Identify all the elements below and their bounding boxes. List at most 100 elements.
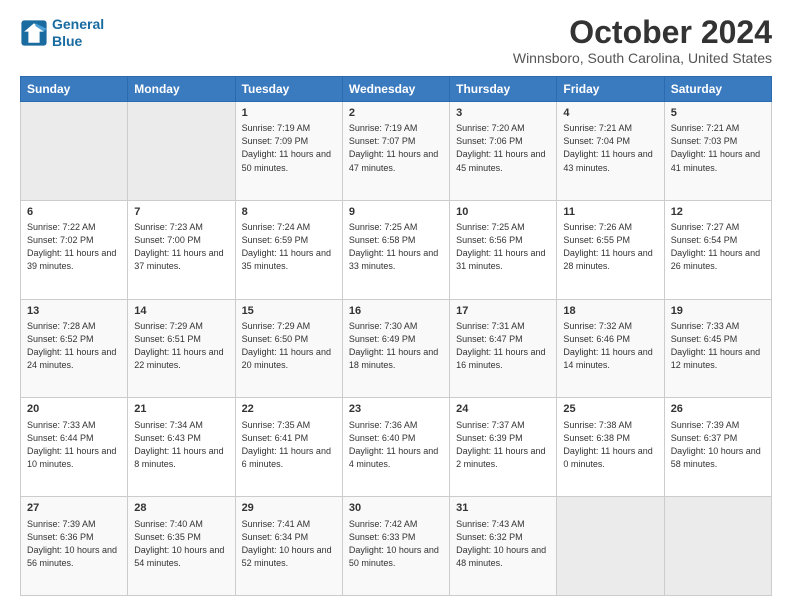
day-info: Sunrise: 7:30 AMSunset: 6:49 PMDaylight:… xyxy=(349,320,443,372)
calendar-cell xyxy=(21,102,128,201)
day-info: Sunrise: 7:42 AMSunset: 6:33 PMDaylight:… xyxy=(349,518,443,570)
day-number: 13 xyxy=(27,304,121,319)
day-number: 27 xyxy=(27,501,121,516)
calendar-cell: 30 Sunrise: 7:42 AMSunset: 6:33 PMDayligh… xyxy=(342,497,449,596)
title-block: October 2024 Winnsboro, South Carolina, … xyxy=(513,16,772,66)
calendar-cell: 4Sunrise: 7:21 AMSunset: 7:04 PMDaylight… xyxy=(557,102,664,201)
day-info: Sunrise: 7:31 AMSunset: 6:47 PMDaylight:… xyxy=(456,320,550,372)
col-monday: Monday xyxy=(128,77,235,102)
day-number: 2 xyxy=(349,106,443,121)
day-number: 5 xyxy=(671,106,765,121)
day-number: 14 xyxy=(134,304,228,319)
day-info: Sunrise: 7:36 AMSunset: 6:40 PMDaylight:… xyxy=(349,419,443,471)
calendar-cell: 22Sunrise: 7:35 AMSunset: 6:41 PMDayligh… xyxy=(235,398,342,497)
calendar-cell: 7Sunrise: 7:23 AMSunset: 7:00 PMDaylight… xyxy=(128,200,235,299)
day-info: Sunrise: 7:26 AMSunset: 6:55 PMDaylight:… xyxy=(563,221,657,273)
day-info: Sunrise: 7:33 AMSunset: 6:44 PMDaylight:… xyxy=(27,419,121,471)
calendar-cell: 17Sunrise: 7:31 AMSunset: 6:47 PMDayligh… xyxy=(450,299,557,398)
calendar-cell: 5Sunrise: 7:21 AMSunset: 7:03 PMDaylight… xyxy=(664,102,771,201)
calendar-week-4: 20Sunrise: 7:33 AMSunset: 6:44 PMDayligh… xyxy=(21,398,772,497)
calendar-cell: 18Sunrise: 7:32 AMSunset: 6:46 PMDayligh… xyxy=(557,299,664,398)
header: General Blue October 2024 Winnsboro, Sou… xyxy=(20,16,772,66)
calendar-cell: 15Sunrise: 7:29 AMSunset: 6:50 PMDayligh… xyxy=(235,299,342,398)
day-number: 30 xyxy=(349,501,443,516)
day-number: 10 xyxy=(456,205,550,220)
day-info: Sunrise: 7:19 AMSunset: 7:07 PMDaylight:… xyxy=(349,122,443,174)
calendar-cell: 1Sunrise: 7:19 AMSunset: 7:09 PMDaylight… xyxy=(235,102,342,201)
day-number: 21 xyxy=(134,402,228,417)
calendar-week-1: 1Sunrise: 7:19 AMSunset: 7:09 PMDaylight… xyxy=(21,102,772,201)
calendar-header: Sunday Monday Tuesday Wednesday Thursday… xyxy=(21,77,772,102)
calendar-week-5: 27Sunrise: 7:39 AMSunset: 6:36 PMDayligh… xyxy=(21,497,772,596)
day-number: 22 xyxy=(242,402,336,417)
page: General Blue October 2024 Winnsboro, Sou… xyxy=(0,0,792,612)
col-saturday: Saturday xyxy=(664,77,771,102)
day-info: Sunrise: 7:29 AMSunset: 6:50 PMDaylight:… xyxy=(242,320,336,372)
day-number: 1 xyxy=(242,106,336,121)
day-number: 8 xyxy=(242,205,336,220)
calendar-cell: 19Sunrise: 7:33 AMSunset: 6:45 PMDayligh… xyxy=(664,299,771,398)
day-info: Sunrise: 7:33 AMSunset: 6:45 PMDaylight:… xyxy=(671,320,765,372)
day-info: Sunrise: 7:19 AMSunset: 7:09 PMDaylight:… xyxy=(242,122,336,174)
day-info: Sunrise: 7:34 AMSunset: 6:43 PMDaylight:… xyxy=(134,419,228,471)
day-number: 24 xyxy=(456,402,550,417)
day-info: Sunrise: 7:21 AMSunset: 7:04 PMDaylight:… xyxy=(563,122,657,174)
calendar-body: 1Sunrise: 7:19 AMSunset: 7:09 PMDaylight… xyxy=(21,102,772,596)
calendar-cell: 31 Sunrise: 7:43 AMSunset: 6:32 PMDayligh… xyxy=(450,497,557,596)
day-number: 11 xyxy=(563,205,657,220)
calendar-cell: 25 Sunrise: 7:38 AMSunset: 6:38 PMDayligh… xyxy=(557,398,664,497)
day-number: 15 xyxy=(242,304,336,319)
logo-icon xyxy=(20,19,48,47)
calendar-cell: 14Sunrise: 7:29 AMSunset: 6:51 PMDayligh… xyxy=(128,299,235,398)
day-number: 4 xyxy=(563,106,657,121)
day-number: 12 xyxy=(671,205,765,220)
calendar-cell: 10Sunrise: 7:25 AMSunset: 6:56 PMDayligh… xyxy=(450,200,557,299)
calendar-cell: 21 Sunrise: 7:34 AMSunset: 6:43 PMDayligh… xyxy=(128,398,235,497)
day-info: Sunrise: 7:40 AMSunset: 6:35 PMDaylight:… xyxy=(134,518,228,570)
day-info: Sunrise: 7:22 AMSunset: 7:02 PMDaylight:… xyxy=(27,221,121,273)
calendar-table: Sunday Monday Tuesday Wednesday Thursday… xyxy=(20,76,772,596)
logo-line2: Blue xyxy=(52,33,82,49)
day-info: Sunrise: 7:37 AMSunset: 6:39 PMDaylight:… xyxy=(456,419,550,471)
day-number: 7 xyxy=(134,205,228,220)
calendar-cell: 20Sunrise: 7:33 AMSunset: 6:44 PMDayligh… xyxy=(21,398,128,497)
calendar-cell: 24 Sunrise: 7:37 AMSunset: 6:39 PMDayligh… xyxy=(450,398,557,497)
day-number: 29 xyxy=(242,501,336,516)
day-info: Sunrise: 7:39 AMSunset: 6:37 PMDaylight:… xyxy=(671,419,765,471)
day-info: Sunrise: 7:38 AMSunset: 6:38 PMDaylight:… xyxy=(563,419,657,471)
day-info: Sunrise: 7:21 AMSunset: 7:03 PMDaylight:… xyxy=(671,122,765,174)
day-info: Sunrise: 7:28 AMSunset: 6:52 PMDaylight:… xyxy=(27,320,121,372)
col-friday: Friday xyxy=(557,77,664,102)
day-info: Sunrise: 7:20 AMSunset: 7:06 PMDaylight:… xyxy=(456,122,550,174)
day-number: 16 xyxy=(349,304,443,319)
day-info: Sunrise: 7:29 AMSunset: 6:51 PMDaylight:… xyxy=(134,320,228,372)
calendar-cell: 12Sunrise: 7:27 AMSunset: 6:54 PMDayligh… xyxy=(664,200,771,299)
calendar-cell: 6Sunrise: 7:22 AMSunset: 7:02 PMDaylight… xyxy=(21,200,128,299)
calendar-cell: 2Sunrise: 7:19 AMSunset: 7:07 PMDaylight… xyxy=(342,102,449,201)
calendar-week-2: 6Sunrise: 7:22 AMSunset: 7:02 PMDaylight… xyxy=(21,200,772,299)
day-info: Sunrise: 7:43 AMSunset: 6:32 PMDaylight:… xyxy=(456,518,550,570)
day-number: 6 xyxy=(27,205,121,220)
col-wednesday: Wednesday xyxy=(342,77,449,102)
calendar-cell: 28Sunrise: 7:40 AMSunset: 6:35 PMDayligh… xyxy=(128,497,235,596)
calendar-cell: 3Sunrise: 7:20 AMSunset: 7:06 PMDaylight… xyxy=(450,102,557,201)
day-number: 25 xyxy=(563,402,657,417)
logo-text: General Blue xyxy=(52,16,104,50)
day-info: Sunrise: 7:24 AMSunset: 6:59 PMDaylight:… xyxy=(242,221,336,273)
calendar-cell: 8Sunrise: 7:24 AMSunset: 6:59 PMDaylight… xyxy=(235,200,342,299)
calendar-cell xyxy=(557,497,664,596)
calendar-cell: 29 Sunrise: 7:41 AMSunset: 6:34 PMDayligh… xyxy=(235,497,342,596)
day-number: 31 xyxy=(456,501,550,516)
day-info: Sunrise: 7:23 AMSunset: 7:00 PMDaylight:… xyxy=(134,221,228,273)
day-number: 23 xyxy=(349,402,443,417)
main-title: October 2024 xyxy=(513,16,772,48)
logo-line1: General xyxy=(52,16,104,32)
calendar-cell: 27Sunrise: 7:39 AMSunset: 6:36 PMDayligh… xyxy=(21,497,128,596)
day-info: Sunrise: 7:32 AMSunset: 6:46 PMDaylight:… xyxy=(563,320,657,372)
day-number: 17 xyxy=(456,304,550,319)
calendar-cell xyxy=(128,102,235,201)
day-number: 19 xyxy=(671,304,765,319)
calendar-cell: 23 Sunrise: 7:36 AMSunset: 6:40 PMDayligh… xyxy=(342,398,449,497)
day-info: Sunrise: 7:41 AMSunset: 6:34 PMDaylight:… xyxy=(242,518,336,570)
calendar-cell: 13Sunrise: 7:28 AMSunset: 6:52 PMDayligh… xyxy=(21,299,128,398)
